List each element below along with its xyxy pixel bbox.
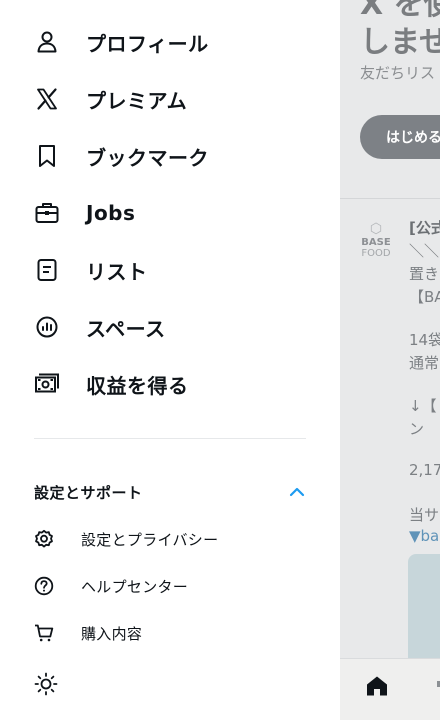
nav-item-label: リスト [86,259,148,284]
post-text-line: ン [409,420,425,438]
purchases-item[interactable]: 購入内容 [34,618,142,648]
home-icon[interactable] [365,674,389,698]
post-text-line: 通常 [409,354,440,372]
post-text-line: 14袋 [409,331,440,349]
help-icon [34,576,54,596]
nav-item-bookmarks[interactable]: ブックマーク [34,136,209,176]
settings-privacy-item[interactable]: 設定とプライバシー [34,524,218,554]
nav-item-spaces[interactable]: スペース [34,307,166,347]
nav-item-jobs[interactable]: Jobs [34,193,135,233]
hexagon-icon: ⬡ [369,221,383,237]
nav-item-label: 収益を得る [86,373,189,398]
chevron-up-icon [288,483,306,501]
x-logo-icon [34,86,60,112]
nav-item-lists[interactable]: リスト [34,250,148,290]
start-button[interactable]: はじめる [360,115,440,159]
list-icon [34,257,60,283]
nav-item-profile[interactable]: プロフィール [34,22,209,62]
help-center-item[interactable]: ヘルプセンター [34,571,188,601]
purchases-label: 購入内容 [81,624,143,643]
help-center-label: ヘルプセンター [81,577,189,596]
settings-privacy-label: 設定とプライバシー [81,530,219,549]
advertiser-avatar[interactable]: ⬡ BASE FOOD [359,221,393,259]
post-text-line: 置き [409,265,440,283]
post-author[interactable]: [公式 [409,217,440,238]
background-timeline: X を使 しませ 友だちリス はじめる ⬡ BASE FOOD [公式 ＼＼ 置… [340,0,440,720]
settings-support-toggle[interactable]: 設定とサポート [34,478,306,506]
cart-icon [34,623,54,643]
post-media[interactable] [408,554,440,664]
drawer-divider [34,438,306,439]
nav-item-label: プレミアム [86,88,188,113]
bookmark-icon [34,143,60,169]
nav-item-premium[interactable]: プレミアム [34,79,187,119]
section-title: 設定とサポート [34,483,143,502]
nav-item-label: ブックマーク [86,145,209,170]
nav-item-label: Jobs [86,201,136,225]
display-toggle-button[interactable] [34,669,58,699]
nav-item-monetization[interactable]: 収益を得る [34,364,189,404]
person-icon [34,29,60,55]
onboarding-subtitle: 友だちリス [360,64,436,82]
nav-item-label: プロフィール [86,31,209,56]
navigation-drawer: プロフィール プレミアム ブックマーク Jobs リスト スペース 収益を得る … [0,0,340,720]
briefcase-icon [34,200,60,226]
microphone-icon [34,314,60,340]
money-icon [34,371,60,397]
sun-icon [34,672,58,696]
onboarding-heading: X を使 しませ [360,0,440,60]
post-text-line: ↓【 [409,397,437,415]
post-text-line: ＼＼ [409,242,440,260]
timeline-divider [340,198,440,199]
gear-icon [34,529,54,549]
post-text-line: 当サ [409,506,440,524]
post-text-line: 【BA [409,288,440,306]
post-link[interactable]: ▼ba [409,527,439,545]
post-text-line: 2,17 [409,461,440,479]
bottom-navigation [340,658,440,720]
nav-item-label: スペース [86,316,166,341]
